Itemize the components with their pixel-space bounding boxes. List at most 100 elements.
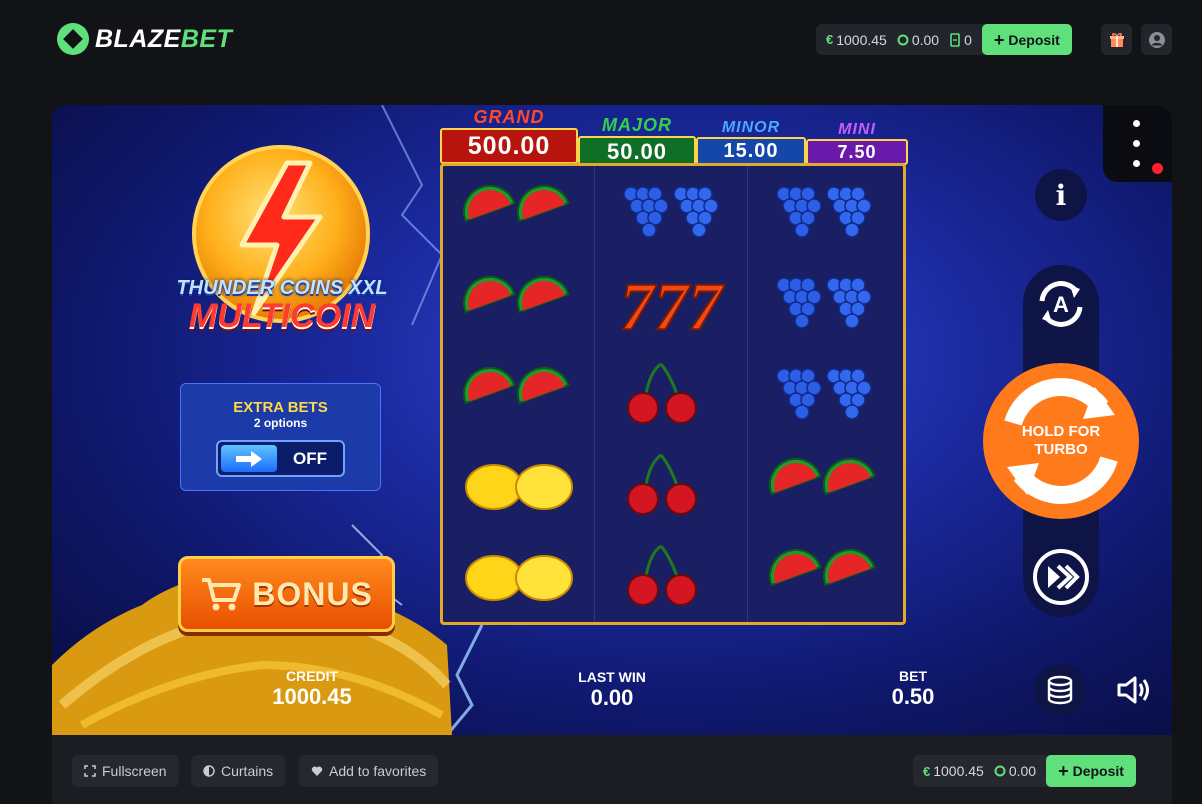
fast-play-button[interactable]	[1030, 546, 1092, 608]
credit-value: 1000.45	[272, 684, 352, 709]
sound-toggle-button[interactable]	[1112, 668, 1156, 712]
grapes-icon	[775, 367, 872, 420]
info-icon: i	[1055, 178, 1067, 212]
watermelon-icon	[768, 548, 876, 586]
seven-symbol: 777	[596, 257, 747, 348]
cherry-symbol	[596, 439, 747, 530]
footer-balance-display: € 1000.45	[923, 763, 984, 779]
coin-stack-icon	[1047, 675, 1073, 705]
user-icon	[1148, 31, 1165, 48]
grapes-symbol	[596, 166, 747, 257]
bonus-coin-icon	[897, 34, 909, 45]
brand-name: BLAZEBET	[95, 24, 233, 53]
jackpot-major-label: MAJOR	[601, 115, 672, 135]
fullscreen-label: Fullscreen	[102, 763, 167, 779]
cherry-icon	[626, 362, 697, 424]
reel-grid[interactable]: 777	[440, 163, 906, 625]
extra-bets-title: EXTRA BETS	[233, 399, 328, 416]
watermelon-symbol	[749, 439, 900, 530]
footer-bonus-balance-value: 0.00	[1008, 763, 1037, 779]
favorites-label: Add to favorites	[329, 763, 427, 779]
game-title-line2: MULTICOIN	[188, 297, 376, 335]
grapes-icon	[622, 185, 719, 238]
credit-label: CREDIT	[285, 668, 339, 684]
grapes-symbol	[749, 166, 900, 257]
balance-value: 1000.45	[836, 31, 887, 48]
watermelon-icon	[462, 275, 570, 313]
fullscreen-button[interactable]: Fullscreen	[72, 755, 179, 787]
speaker-icon	[1117, 676, 1149, 704]
fullscreen-icon	[84, 765, 96, 777]
watermelon-icon	[462, 366, 570, 404]
extra-bets-toggle[interactable]: OFF	[216, 440, 345, 477]
cherry-icon	[626, 544, 697, 606]
info-button[interactable]: i	[1035, 169, 1087, 221]
header-deposit-button[interactable]: + Deposit	[981, 24, 1072, 55]
turbo-label: HOLD FOR TURBO	[983, 423, 1139, 459]
turbo-label-line2: TURBO	[1034, 441, 1088, 458]
jackpot-major: MAJOR 50.00	[578, 115, 696, 167]
curtains-icon	[203, 765, 215, 777]
heart-icon	[311, 766, 323, 776]
menu-dot	[1133, 140, 1140, 147]
bonus-buy-button[interactable]: BONUS	[178, 556, 395, 632]
watermelon-symbol	[443, 257, 594, 348]
header-wallet[interactable]: € 1000.45 0.00 0 + Deposit	[816, 24, 1072, 55]
bonus-balance-display: 0.00	[897, 32, 939, 48]
jackpot-minor-label: MINOR	[721, 119, 781, 136]
grapes-symbol	[749, 257, 900, 348]
curtains-button[interactable]: Curtains	[191, 755, 286, 787]
balance-display: € 1000.45	[826, 32, 887, 48]
lemon-symbol	[443, 530, 594, 621]
game-menu-button[interactable]	[1103, 105, 1172, 182]
toggle-state-label: OFF	[293, 448, 327, 468]
deposit-label: Deposit	[1072, 763, 1124, 779]
spin-turbo-button[interactable]: HOLD FOR TURBO	[983, 363, 1139, 519]
autoplay-letter: A	[1053, 292, 1069, 317]
footer-balance-value: 1000.45	[933, 763, 984, 779]
jackpot-grand-label: GRAND	[473, 107, 545, 127]
cherry-symbol	[596, 348, 747, 439]
lemon-symbol	[443, 439, 594, 530]
bet-display[interactable]: BET 0.50	[853, 668, 973, 710]
jackpot-minor: MINOR 15.00	[696, 119, 806, 165]
seven-icon: 777	[619, 267, 726, 343]
menu-dot	[1133, 160, 1140, 167]
gift-button[interactable]	[1101, 24, 1132, 55]
bonus-balance-value: 0.00	[911, 31, 940, 48]
cherry-icon	[626, 453, 697, 515]
svg-text:777: 777	[620, 268, 725, 343]
footer-deposit-button[interactable]: + Deposit	[1046, 755, 1136, 787]
add-to-favorites-button[interactable]: Add to favorites	[299, 755, 439, 787]
jackpot-mini-label: MINI	[838, 121, 876, 138]
extra-bets-panel: EXTRA BETS 2 options OFF	[180, 383, 381, 491]
game-footer-bar: Fullscreen Curtains Add to favorites € 1…	[52, 735, 1172, 804]
fast-forward-icon	[1033, 549, 1089, 605]
game-frame[interactable]: GRAND 500.00 MAJOR 50.00 MINOR 15.00 MIN…	[52, 105, 1172, 735]
footer-bonus-balance-display: 0.00	[994, 763, 1036, 779]
watermelon-symbol	[443, 348, 594, 439]
last-win-label: LAST WIN	[578, 669, 646, 685]
bet-label: BET	[899, 668, 927, 684]
bet-settings-button[interactable]	[1034, 664, 1086, 716]
user-profile-button[interactable]	[1141, 24, 1172, 55]
cherry-symbol	[596, 530, 747, 621]
jackpot-mini-value: 7.50	[806, 139, 908, 165]
ticket-icon	[950, 32, 960, 47]
turbo-label-line1: HOLD FOR	[1021, 423, 1101, 440]
watermelon-icon	[768, 457, 876, 495]
brand-logo[interactable]: BLAZEBET	[57, 23, 232, 55]
extra-bets-subtitle: 2 options	[253, 416, 308, 430]
tickets-value: 0	[964, 31, 972, 48]
autoplay-icon: A	[1039, 281, 1083, 327]
menu-dot	[1133, 120, 1140, 127]
logo-icon	[57, 23, 89, 55]
currency-symbol: €	[923, 763, 931, 779]
arrow-right-icon	[236, 450, 262, 467]
tickets-display: 0	[949, 32, 972, 48]
notification-dot	[1152, 163, 1163, 174]
lemon-icon	[464, 463, 573, 510]
autoplay-button[interactable]: A	[1030, 273, 1092, 335]
watermelon-symbol	[443, 166, 594, 257]
footer-wallet[interactable]: € 1000.45 0.00 + Deposit	[913, 755, 1136, 787]
